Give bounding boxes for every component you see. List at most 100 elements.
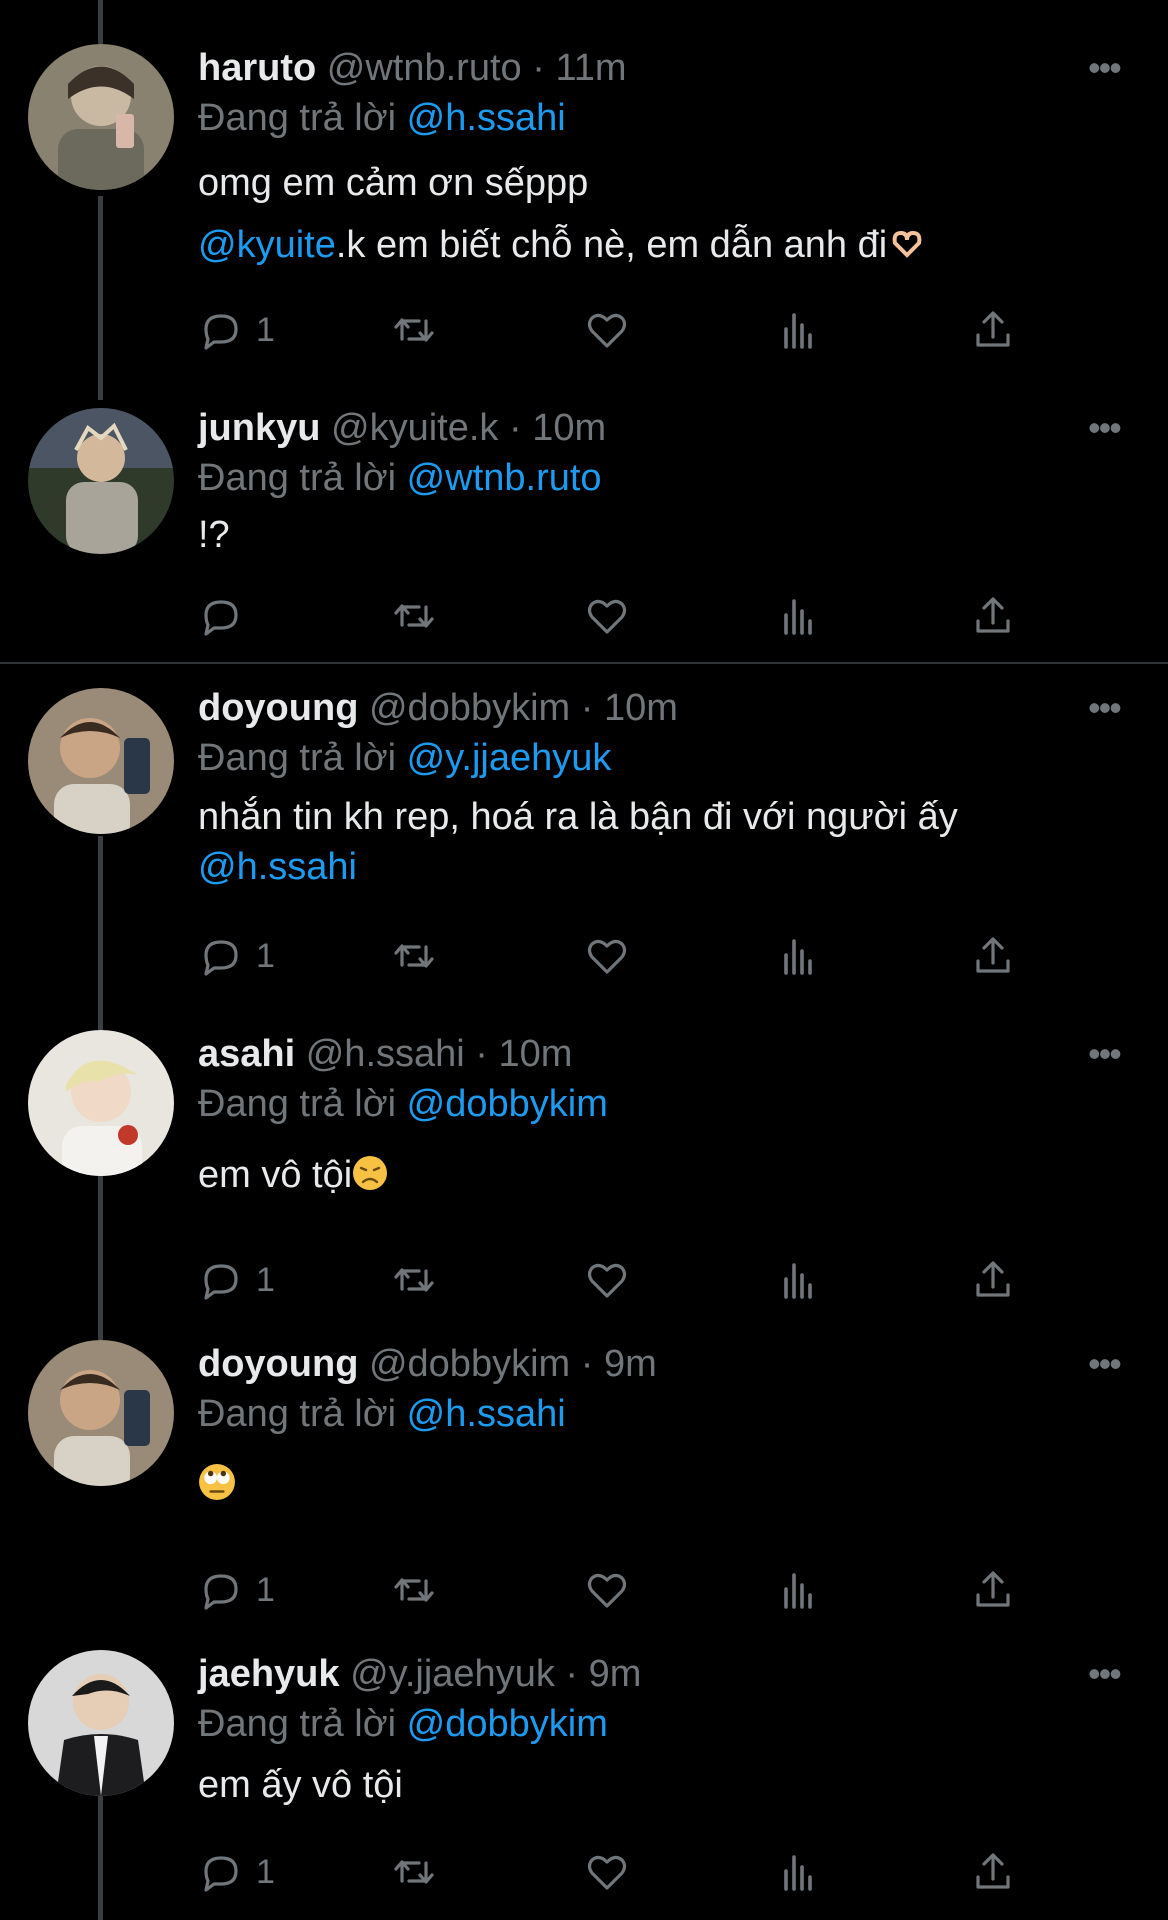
- reply-button[interactable]: 1: [198, 928, 275, 984]
- replying-to-mention[interactable]: @h.ssahi: [407, 97, 566, 139]
- handle[interactable]: @h.ssahi: [306, 1033, 465, 1075]
- timestamp[interactable]: 11m: [555, 47, 626, 89]
- more-icon[interactable]: •••: [1088, 690, 1122, 726]
- reply-count: 1: [256, 1852, 275, 1891]
- reply-count: 1: [256, 936, 275, 975]
- tweet-text-line: em vô tội: [198, 1144, 1078, 1206]
- tweet-text-line: nhắn tin kh rep, hoá ra là bận đi với ng…: [198, 796, 958, 838]
- replying-to: Đang trả lời @y.jjaehyuk: [198, 736, 611, 780]
- views-button[interactable]: [777, 1844, 823, 1900]
- timestamp[interactable]: 10m: [604, 687, 678, 729]
- reply-feed: haruto @wtnb.ruto · 11m ••• Đang trả lời…: [0, 0, 1168, 1920]
- share-button[interactable]: [970, 928, 1016, 984]
- display-name[interactable]: doyoung: [198, 1343, 358, 1385]
- share-button[interactable]: [970, 1562, 1016, 1618]
- tweet[interactable]: haruto @wtnb.ruto · 11m ••• Đang trả lời…: [0, 0, 1168, 400]
- like-button[interactable]: [584, 1252, 630, 1308]
- display-name[interactable]: haruto: [198, 47, 316, 89]
- reply-button[interactable]: [198, 588, 244, 644]
- share-icon: [976, 597, 1010, 633]
- handle[interactable]: @kyuite.k: [331, 407, 498, 449]
- replying-to: Đang trả lời @dobbykim: [198, 1702, 608, 1746]
- timestamp[interactable]: 10m: [532, 407, 606, 449]
- reply-button[interactable]: 1: [198, 1844, 275, 1900]
- dot-separator: ·: [580, 687, 594, 729]
- retweet-button[interactable]: [391, 928, 437, 984]
- mention-link[interactable]: @h.ssahi: [198, 842, 1078, 892]
- more-icon[interactable]: •••: [1088, 50, 1122, 86]
- handle[interactable]: @dobbykim: [369, 687, 570, 729]
- more-icon[interactable]: •••: [1088, 1346, 1122, 1382]
- reply-icon: [204, 1574, 238, 1610]
- share-icon: [976, 937, 1010, 973]
- more-icon[interactable]: •••: [1088, 1036, 1122, 1072]
- timestamp[interactable]: 10m: [499, 1033, 573, 1075]
- retweet-button[interactable]: [391, 1844, 437, 1900]
- display-name[interactable]: asahi: [198, 1033, 295, 1075]
- share-icon: [976, 1853, 1010, 1889]
- tweet-text: !?: [198, 504, 1078, 566]
- like-button[interactable]: [584, 1562, 630, 1618]
- handle[interactable]: @y.jjaehyuk: [350, 1653, 555, 1695]
- views-button[interactable]: [777, 302, 823, 358]
- retweet-button[interactable]: [391, 588, 437, 644]
- tweet[interactable]: asahi @h.ssahi · 10m ••• Đang trả lời @d…: [0, 1014, 1168, 1324]
- display-name[interactable]: junkyu: [198, 407, 320, 449]
- replying-to: Đang trả lời @h.ssahi: [198, 96, 566, 140]
- reply-icon: [204, 1264, 238, 1300]
- reply-button[interactable]: 1: [198, 1252, 275, 1308]
- tweet[interactable]: doyoung @dobbykim · 9m ••• Đang trả lời …: [0, 1324, 1168, 1634]
- replying-to-label: Đang trả lời: [198, 737, 397, 779]
- timestamp[interactable]: 9m: [589, 1653, 642, 1695]
- like-icon: [587, 599, 627, 634]
- retweet-button[interactable]: [391, 1562, 437, 1618]
- more-icon[interactable]: •••: [1088, 410, 1122, 446]
- replying-to-mention[interactable]: @wtnb.ruto: [407, 457, 602, 499]
- action-bar: [198, 588, 1028, 644]
- replying-to-mention[interactable]: @h.ssahi: [407, 1393, 566, 1435]
- tweet[interactable]: jaehyuk @y.jjaehyuk · 9m ••• Đang trả lờ…: [0, 1634, 1168, 1920]
- views-button[interactable]: [777, 1562, 823, 1618]
- tweet[interactable]: doyoung @dobbykim · 10m ••• Đang trả lời…: [0, 664, 1168, 1014]
- more-icon[interactable]: •••: [1088, 1656, 1122, 1692]
- retweet-button[interactable]: [391, 1252, 437, 1308]
- reply-button[interactable]: 1: [198, 302, 275, 358]
- avatar[interactable]: [28, 44, 174, 190]
- action-bar: 1: [198, 1844, 1028, 1900]
- replying-to-label: Đang trả lời: [198, 1083, 397, 1125]
- replying-to-mention[interactable]: @dobbykim: [407, 1703, 608, 1745]
- retweet-button[interactable]: [391, 302, 437, 358]
- views-button[interactable]: [777, 1252, 823, 1308]
- share-button[interactable]: [970, 1252, 1016, 1308]
- retweet-icon: [394, 1578, 434, 1602]
- display-name[interactable]: doyoung: [198, 687, 358, 729]
- avatar[interactable]: [28, 1030, 174, 1176]
- views-button[interactable]: [777, 928, 823, 984]
- handle[interactable]: @wtnb.ruto: [327, 47, 522, 89]
- share-button[interactable]: [970, 588, 1016, 644]
- avatar[interactable]: [28, 408, 174, 554]
- replying-to-label: Đang trả lời: [198, 1703, 397, 1745]
- views-button[interactable]: [777, 588, 823, 644]
- replying-to-mention[interactable]: @y.jjaehyuk: [407, 737, 612, 779]
- replying-to-mention[interactable]: @dobbykim: [407, 1083, 608, 1125]
- display-name[interactable]: jaehyuk: [198, 1653, 340, 1695]
- handle[interactable]: @dobbykim: [369, 1343, 570, 1385]
- mention-link[interactable]: @kyuite: [198, 224, 336, 266]
- like-button[interactable]: [584, 928, 630, 984]
- retweet-icon: [394, 1268, 434, 1292]
- like-button[interactable]: [584, 588, 630, 644]
- replying-to: Đang trả lời @wtnb.ruto: [198, 456, 602, 500]
- tweet[interactable]: junkyu @kyuite.k · 10m ••• Đang trả lời …: [0, 400, 1168, 662]
- share-button[interactable]: [970, 302, 1016, 358]
- share-button[interactable]: [970, 1844, 1016, 1900]
- avatar[interactable]: [28, 1650, 174, 1796]
- avatar[interactable]: [28, 1340, 174, 1486]
- timestamp[interactable]: 9m: [604, 1343, 657, 1385]
- tweet-header: doyoung @dobbykim · 10m: [198, 686, 678, 730]
- avatar[interactable]: [28, 688, 174, 834]
- like-button[interactable]: [584, 302, 630, 358]
- reply-icon: [204, 314, 238, 350]
- reply-button[interactable]: 1: [198, 1562, 275, 1618]
- like-button[interactable]: [584, 1844, 630, 1900]
